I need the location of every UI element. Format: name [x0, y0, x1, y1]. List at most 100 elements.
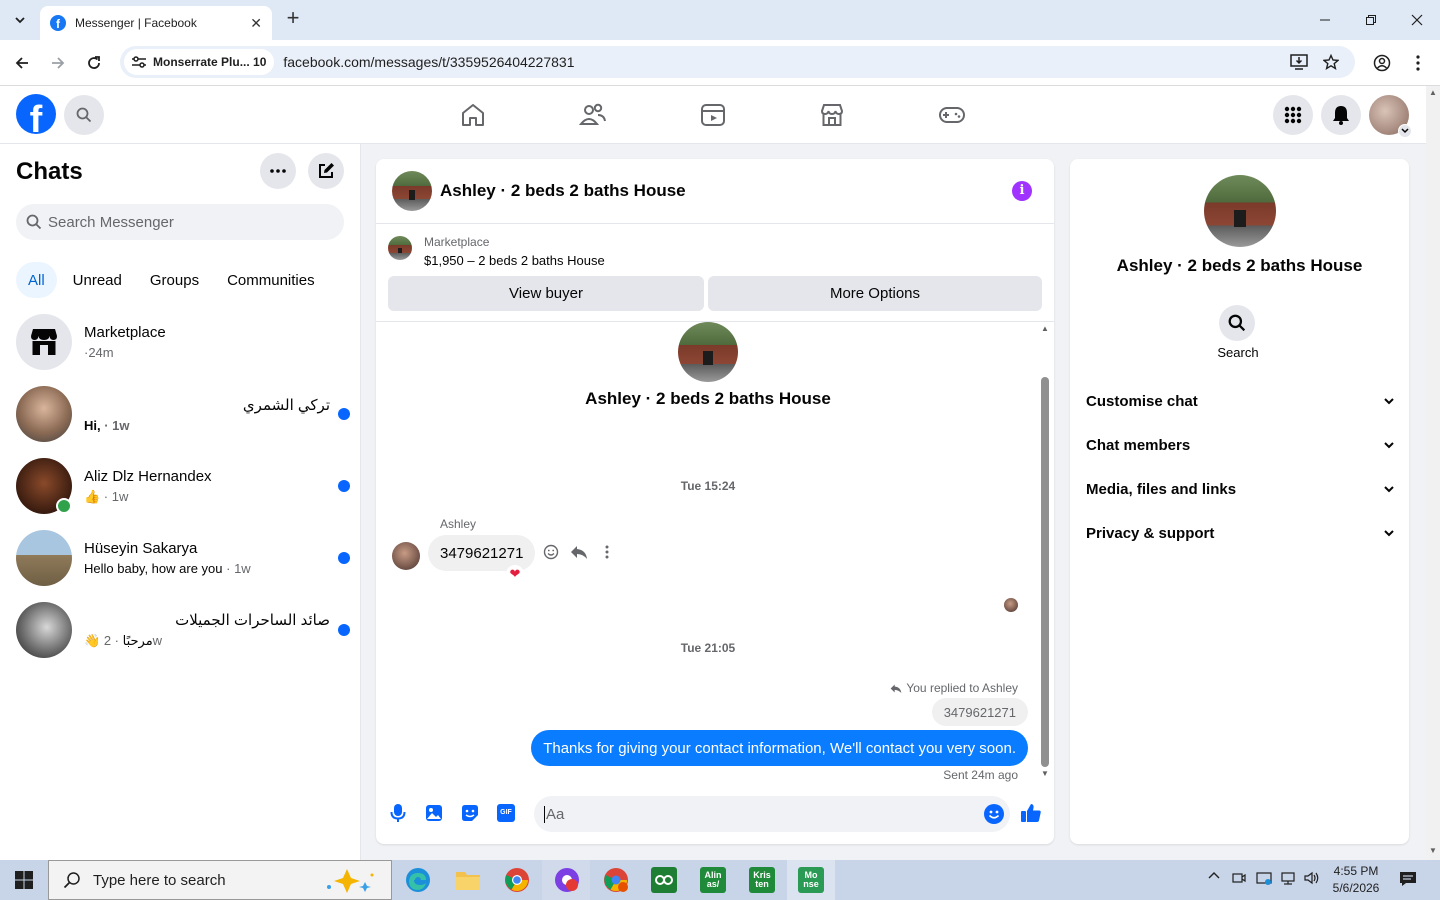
forward-button[interactable]	[46, 51, 70, 75]
notification-center-icon[interactable]	[1399, 870, 1417, 888]
search-icon	[76, 107, 92, 123]
microphone-icon[interactable]	[387, 802, 409, 824]
section-media-files-links[interactable]: Media, files and links	[1086, 467, 1394, 511]
sticker-icon[interactable]	[459, 802, 481, 824]
account-avatar[interactable]	[1369, 95, 1412, 138]
conversation-huseyin[interactable]: Hüseyin Sakarya Hello baby, how are you …	[8, 524, 352, 592]
network-icon[interactable]	[1280, 871, 1296, 885]
emoji-icon[interactable]	[984, 804, 1004, 824]
chrome-profile-app-icon[interactable]	[551, 864, 583, 896]
messenger-search-input[interactable]	[48, 213, 328, 231]
site-chip-label: Monserrate Plu... 10	[153, 55, 267, 69]
unread-indicator	[338, 480, 350, 492]
chat-avatar[interactable]	[392, 171, 432, 211]
like-thumb-icon[interactable]	[1020, 802, 1042, 824]
taskbar-search[interactable]: Type here to search	[48, 860, 392, 900]
site-info-chip[interactable]: Monserrate Plu... 10	[124, 49, 275, 75]
facebook-logo-icon[interactable]: f	[16, 94, 56, 134]
video-nav-icon[interactable]	[699, 101, 727, 129]
new-message-button[interactable]	[308, 153, 344, 189]
reload-button[interactable]	[82, 51, 106, 75]
quoted-message[interactable]: 3479621271	[931, 698, 1028, 726]
gaming-nav-icon[interactable]	[938, 101, 966, 129]
message-input[interactable]	[544, 805, 964, 823]
info-icon[interactable]: i	[1012, 181, 1032, 201]
close-window-button[interactable]	[1406, 10, 1428, 30]
contact-avatar	[16, 458, 72, 514]
file-explorer-icon[interactable]	[452, 864, 484, 896]
message-scrollbar[interactable]: ▲ ▼	[1040, 324, 1050, 778]
scroll-down-arrow-icon[interactable]: ▼	[1429, 846, 1437, 855]
app-monse[interactable]: Mo nse	[795, 864, 827, 896]
chat-options-button[interactable]	[260, 153, 296, 189]
scroll-down-arrow-icon[interactable]: ▼	[1040, 769, 1050, 778]
filter-unread[interactable]: Unread	[61, 262, 134, 298]
app-kristen[interactable]: Kris ten	[746, 864, 778, 896]
section-privacy-support[interactable]: Privacy & support	[1086, 511, 1394, 555]
filter-communities[interactable]: Communities	[215, 262, 327, 298]
heart-reaction-icon[interactable]: ❤	[506, 565, 524, 583]
browser-tabbar: f Messenger | Facebook ✕ +	[0, 0, 1440, 40]
scrollbar-thumb[interactable]	[1041, 377, 1049, 767]
more-actions-icon[interactable]	[598, 543, 616, 561]
profile-icon[interactable]	[1370, 51, 1394, 75]
section-chat-members[interactable]: Chat members	[1086, 423, 1394, 467]
facebook-search-button[interactable]	[64, 95, 104, 135]
conversation-witch-hunter[interactable]: صائد الساحرات الجميلات 👋 مرحبًا · 2w	[8, 596, 352, 664]
green-app-icon[interactable]	[648, 864, 680, 896]
conversation-turki[interactable]: تركي الشمري Hi, · 1w	[8, 380, 352, 448]
chrome-profile2-app-icon[interactable]	[600, 864, 632, 896]
browser-tab-messenger[interactable]: f Messenger | Facebook ✕	[40, 6, 272, 40]
react-icon[interactable]	[542, 543, 560, 561]
tab-close-icon[interactable]: ✕	[250, 15, 262, 32]
page-scrollbar[interactable]: ▲ ▼	[1426, 86, 1440, 860]
conversation-aliz[interactable]: Aliz Dlz Hernandex 👍 · 1w	[8, 452, 352, 520]
sender-avatar[interactable]	[392, 542, 420, 570]
omnibox[interactable]: Monserrate Plu... 10 facebook.com/messag…	[120, 46, 1355, 78]
attach-photo-icon[interactable]	[423, 802, 445, 824]
minimize-button[interactable]	[1314, 10, 1336, 30]
messenger-search[interactable]	[16, 204, 344, 240]
onedrive-icon[interactable]	[1256, 871, 1272, 885]
view-buyer-button[interactable]: View buyer	[388, 276, 704, 311]
gif-icon[interactable]: GIF	[495, 802, 517, 824]
message-list[interactable]: Ashley · 2 beds 2 baths House Tue 15:24 …	[376, 322, 1054, 782]
chat-title[interactable]: Ashley · 2 beds 2 baths House	[440, 181, 686, 201]
volume-icon[interactable]	[1304, 871, 1320, 885]
filter-groups[interactable]: Groups	[138, 262, 211, 298]
url-text[interactable]: facebook.com/messages/t/3359526404227831	[283, 54, 574, 70]
windows-start-icon[interactable]	[0, 860, 48, 900]
install-app-icon[interactable]	[1290, 54, 1308, 70]
tray-chevron-up-icon[interactable]	[1208, 871, 1220, 879]
friends-nav-icon[interactable]	[579, 101, 607, 129]
taskbar-clock[interactable]: 4:55 PM 5/6/2026	[1331, 863, 1381, 897]
bell-icon	[1333, 106, 1349, 125]
message-input-box[interactable]	[534, 796, 1010, 832]
listing-text[interactable]: $1,950 – 2 beds 2 baths House	[424, 253, 605, 268]
section-customise-chat[interactable]: Customise chat	[1086, 379, 1394, 423]
search-in-conversation-button[interactable]	[1219, 305, 1255, 341]
more-options-button[interactable]: More Options	[708, 276, 1042, 311]
back-button[interactable]	[10, 51, 34, 75]
message-actions	[542, 543, 616, 561]
new-tab-button[interactable]: +	[282, 7, 304, 30]
bookmark-star-icon[interactable]	[1323, 54, 1339, 70]
chrome-app-icon[interactable]	[501, 864, 533, 896]
scroll-up-arrow-icon[interactable]: ▲	[1429, 88, 1437, 97]
maximize-button[interactable]	[1360, 10, 1382, 30]
marketplace-nav-icon[interactable]	[818, 101, 846, 129]
meet-now-icon[interactable]	[1232, 871, 1246, 885]
app-alinas[interactable]: Alin as/	[697, 864, 729, 896]
tab-search-button[interactable]	[8, 8, 32, 32]
notifications-button[interactable]	[1321, 95, 1361, 135]
home-nav-icon[interactable]	[459, 101, 487, 129]
message-timestamp: Tue 21:05	[680, 641, 736, 655]
conversation-marketplace[interactable]: Marketplace ·24m	[8, 308, 352, 376]
menu-button[interactable]	[1273, 95, 1313, 135]
reply-icon[interactable]	[570, 543, 588, 561]
filter-all[interactable]: All	[16, 262, 57, 298]
sent-message[interactable]: Thanks for giving your contact informati…	[531, 730, 1028, 766]
browser-menu-icon[interactable]	[1406, 51, 1430, 75]
edge-app-icon[interactable]	[402, 864, 434, 896]
scroll-up-arrow-icon[interactable]: ▲	[1040, 324, 1050, 333]
